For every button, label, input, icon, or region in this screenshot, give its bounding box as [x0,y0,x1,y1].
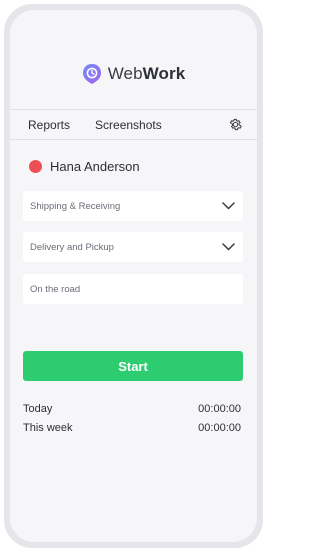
task-select-value: Delivery and Pickup [30,241,114,253]
top-nav: Reports Screenshots [10,109,257,140]
start-button[interactable]: Start [23,351,243,381]
app-logo: WebWork [10,63,257,85]
app-screen: WebWork Reports Screenshots Hana Anderso… [10,10,257,542]
app-name: WebWork [108,64,186,84]
stat-week-value: 00:00:00 [198,422,241,434]
user-name: Hana Anderson [50,159,140,174]
stat-week-label: This week [23,422,73,434]
project-select-value: Shipping & Receiving [30,200,121,212]
note-input[interactable]: On the road [23,274,243,304]
gear-icon[interactable] [228,117,243,132]
chevron-down-icon [222,243,235,251]
note-input-placeholder: On the road [30,283,81,295]
nav-reports[interactable]: Reports [28,118,70,132]
stat-today: Today 00:00:00 [23,403,241,415]
task-select[interactable]: Delivery and Pickup [23,232,243,262]
stat-today-label: Today [23,403,53,415]
project-select[interactable]: Shipping & Receiving [23,191,243,221]
nav-screenshots[interactable]: Screenshots [95,118,162,132]
chevron-down-icon [222,202,235,210]
stat-this-week: This week 00:00:00 [23,422,241,434]
webwork-logo-icon [82,64,101,84]
user-row: Hana Anderson [29,159,140,174]
app-name-part2: Work [142,64,186,83]
status-dot [29,160,42,173]
app-name-part1: Web [107,64,143,83]
stat-today-value: 00:00:00 [198,403,241,415]
device-frame: WebWork Reports Screenshots Hana Anderso… [4,4,263,548]
